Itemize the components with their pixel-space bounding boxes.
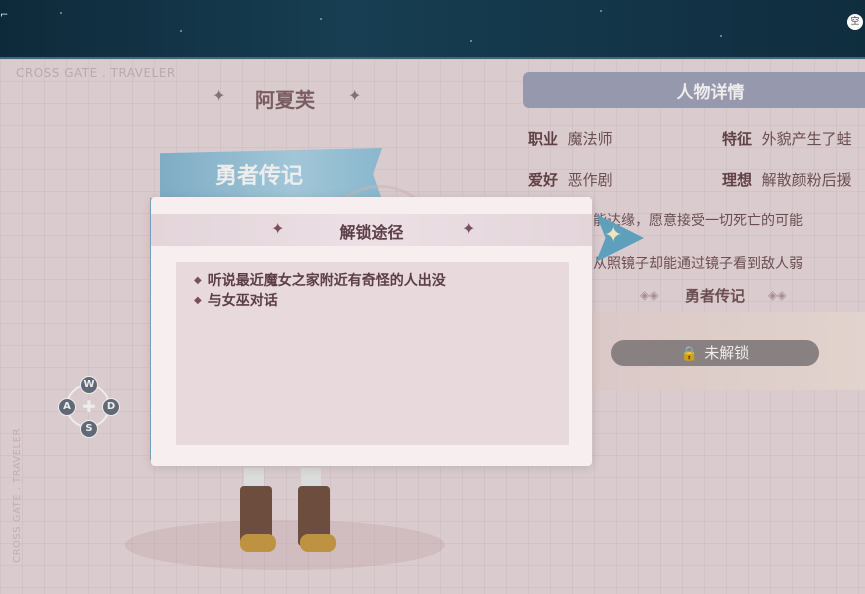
unlock-dialog: ✦ 解锁途径 ✦ ◆ 听说最近魔女之家附近有奇怪的人出没 ◆ 与女巫对话: [151, 197, 592, 466]
unlock-way-item: ◆ 与女巫对话: [194, 293, 278, 309]
diamond-icon-right: ✦: [462, 219, 476, 238]
unlock-way-item: ◆ 听说最近魔女之家附近有奇怪的人出没: [194, 273, 446, 289]
topbar-badge[interactable]: 空: [847, 14, 863, 30]
dialog-title: 解锁途径: [339, 223, 404, 242]
dialog-body: ◆ 听说最近魔女之家附近有奇怪的人出没 ◆ 与女巫对话: [176, 262, 569, 445]
top-bar: ⌐ 空: [0, 0, 865, 59]
bullet-icon: ◆: [194, 295, 202, 306]
back-icon[interactable]: ⌐: [0, 10, 8, 40]
bullet-icon: ◆: [194, 275, 202, 286]
